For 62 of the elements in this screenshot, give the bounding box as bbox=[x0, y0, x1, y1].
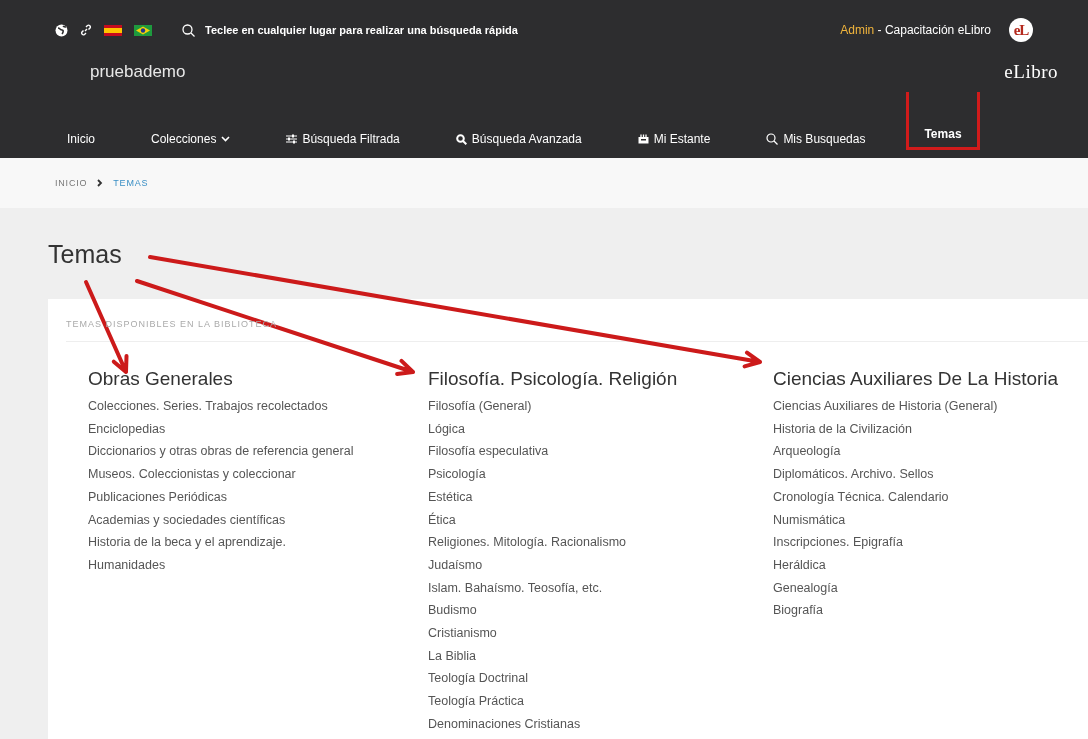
topic-link[interactable]: Ciencias Auxiliares de Historia (General) bbox=[773, 395, 1088, 418]
nav-tab[interactable]: Búsqueda Filtrada bbox=[271, 92, 415, 158]
tray-icon bbox=[637, 134, 649, 144]
nav-tab[interactable]: Temas bbox=[906, 92, 980, 150]
spain-flag-icon[interactable] bbox=[104, 24, 122, 36]
topic-link[interactable]: Denominaciones Cristianas bbox=[428, 712, 773, 736]
topic-link[interactable]: Teología Práctica bbox=[428, 690, 773, 713]
topic-link[interactable]: Inscripciones. Epigrafía bbox=[773, 531, 1088, 554]
nav-tab[interactable]: Búsqueda Avanzada bbox=[440, 92, 597, 158]
topic-link[interactable]: Diplomáticos. Archivo. Sellos bbox=[773, 463, 1088, 486]
topic-link[interactable]: Numismática bbox=[773, 508, 1088, 532]
topic-link[interactable]: Diccionarios y otras obras de referencia general bbox=[88, 440, 428, 464]
topic-link[interactable]: Teología Doctrinal bbox=[428, 667, 773, 691]
topic-link[interactable]: Cristianismo bbox=[428, 622, 773, 645]
caret-icon bbox=[221, 136, 231, 142]
link-icon[interactable] bbox=[80, 24, 92, 36]
topic-link[interactable]: Colecciones. Series. Trabajos recolectados bbox=[88, 395, 428, 418]
topic-link[interactable]: Ética bbox=[428, 508, 773, 532]
search-icon bbox=[766, 133, 779, 145]
search-icon bbox=[182, 23, 195, 37]
topic-link[interactable]: Religiones. Mitología. Racionalismo bbox=[428, 531, 773, 554]
globe-icon[interactable] bbox=[55, 23, 68, 37]
chevron-icon bbox=[97, 179, 104, 187]
topic-link[interactable]: Arqueología bbox=[773, 440, 1088, 464]
nav-tab[interactable]: Colecciones bbox=[136, 92, 246, 158]
logo[interactable]: eLibro bbox=[1004, 61, 1058, 83]
topic-link[interactable]: Enciclopedias bbox=[88, 417, 428, 441]
topic-link[interactable]: Humanidades bbox=[88, 553, 428, 577]
topic-link[interactable]: Academias y sociedades científicas bbox=[88, 508, 428, 532]
page-title: Temas bbox=[48, 240, 123, 269]
nav-tab[interactable]: Inicio bbox=[65, 92, 110, 158]
topic-link[interactable]: La Biblia bbox=[428, 644, 773, 668]
topic-heading: Obras Generales bbox=[88, 368, 234, 390]
topic-link[interactable]: Judaísmo bbox=[428, 553, 773, 577]
topic-link[interactable]: Islam. Bahaísmo. Teosofía, etc. bbox=[428, 576, 773, 600]
topic-link[interactable]: Lógica bbox=[428, 417, 773, 441]
topic-link[interactable]: Filosofía especulativa bbox=[428, 440, 773, 464]
topic-link[interactable]: Genealogía bbox=[773, 576, 1088, 600]
topic-link[interactable]: Museos. Coleccionistas y coleccionar bbox=[88, 463, 428, 486]
topic-heading: Ciencias Auxiliares De La Historia bbox=[773, 368, 1060, 390]
search-icon bbox=[455, 133, 467, 145]
topic-link[interactable]: Publicaciones Periódicas bbox=[88, 485, 428, 509]
topic-link[interactable]: Cronología Técnica. Calendario bbox=[773, 485, 1088, 509]
topic-link[interactable]: Biografía bbox=[773, 599, 1088, 623]
topic-link[interactable]: Estética bbox=[428, 485, 773, 509]
topic-link[interactable]: Filosofía (General) bbox=[428, 395, 773, 418]
breadcrumb-link[interactable]: TEMAS bbox=[113, 178, 149, 188]
topic-link[interactable]: Psicología bbox=[428, 463, 773, 486]
search-field[interactable]: Teclee en cualquier lugar para realizar una búsqueda rápida bbox=[205, 24, 625, 36]
brazil-flag-icon[interactable] bbox=[134, 24, 152, 36]
nav-tab[interactable]: Mi Estante bbox=[622, 92, 726, 158]
topic-link[interactable]: Historia de la beca y el aprendizaje. bbox=[88, 531, 428, 554]
topic-heading: Filosofía. Psicología. Religión bbox=[428, 368, 679, 390]
site-name: pruebademo bbox=[90, 62, 186, 82]
user-name[interactable]: Admin - Capacitación eLibro bbox=[840, 23, 991, 37]
topic-link[interactable]: Budismo bbox=[428, 599, 773, 623]
avatar[interactable]: eL bbox=[1009, 18, 1033, 42]
sliders-icon bbox=[286, 134, 298, 144]
nav-tab[interactable]: Mis Busquedas bbox=[751, 92, 881, 158]
topic-link[interactable]: Heráldica bbox=[773, 553, 1088, 577]
breadcrumb-link[interactable]: INICIO bbox=[55, 178, 88, 188]
topic-link[interactable]: Historia de la Civilización bbox=[773, 417, 1088, 441]
